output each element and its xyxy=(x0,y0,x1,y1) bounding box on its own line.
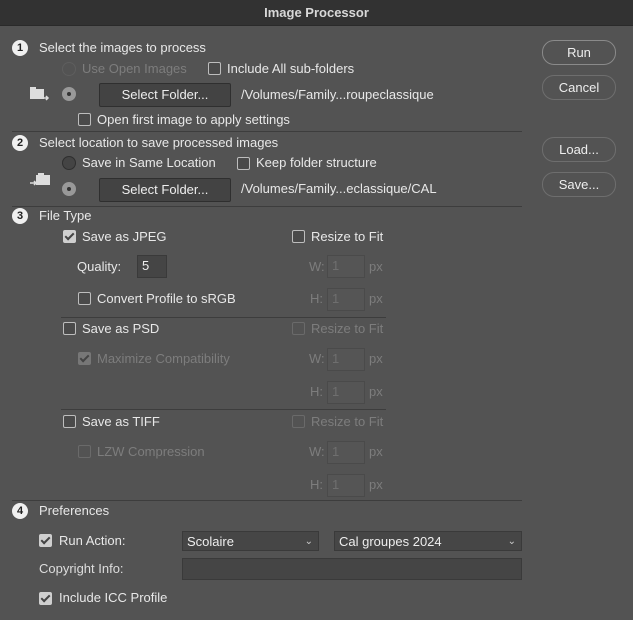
lzw-compression-label: LZW Compression xyxy=(97,444,205,459)
save-psd-label: Save as PSD xyxy=(82,321,160,336)
jpeg-height-input[interactable]: 1 xyxy=(327,288,365,311)
window-title: Image Processor xyxy=(0,0,633,26)
step-1-badge: 1 xyxy=(12,40,28,56)
psd-width-input[interactable]: 1 xyxy=(327,348,365,371)
jpeg-width-label: W: xyxy=(309,259,325,274)
psd-resize-checkbox[interactable] xyxy=(292,322,305,335)
keep-folder-structure-label: Keep folder structure xyxy=(256,155,377,170)
psd-resize-label: Resize to Fit xyxy=(311,321,384,336)
open-first-image-checkbox[interactable] xyxy=(78,113,91,126)
tiff-height-input[interactable]: 1 xyxy=(327,474,365,497)
select-folder-radio[interactable] xyxy=(62,87,76,101)
save-jpeg-checkbox[interactable] xyxy=(63,230,76,243)
save-tiff-checkbox[interactable] xyxy=(63,415,76,428)
copyright-input[interactable] xyxy=(182,558,522,580)
px-label: px xyxy=(369,291,383,306)
run-action-checkbox[interactable] xyxy=(39,534,52,547)
jpeg-width-input[interactable]: 1 xyxy=(327,255,365,278)
chevron-down-icon: ⌄ xyxy=(304,536,313,547)
maximize-compatibility-checkbox[interactable] xyxy=(78,352,91,365)
select-destination-folder-button[interactable]: Select Folder... xyxy=(99,178,231,202)
run-button[interactable]: Run xyxy=(542,40,616,65)
copyright-label: Copyright Info: xyxy=(39,561,124,576)
include-subfolders-checkbox[interactable] xyxy=(208,62,221,75)
step-3-label: File Type xyxy=(39,208,92,223)
step-4-badge: 4 xyxy=(12,503,28,519)
jpeg-resize-label: Resize to Fit xyxy=(311,229,384,244)
psd-width-label: W: xyxy=(309,351,325,366)
action-value: Cal groupes 2024 xyxy=(339,534,442,549)
select-source-folder-button[interactable]: Select Folder... xyxy=(99,83,231,107)
save-psd-checkbox[interactable] xyxy=(63,322,76,335)
include-icc-checkbox[interactable] xyxy=(39,592,52,605)
tiff-resize-checkbox[interactable] xyxy=(292,415,305,428)
save-button[interactable]: Save... xyxy=(542,172,616,197)
run-action-label: Run Action: xyxy=(59,533,126,548)
tiff-height-label: H: xyxy=(310,477,323,492)
divider xyxy=(12,206,522,207)
px-label: px xyxy=(369,444,383,459)
action-set-value: Scolaire xyxy=(187,534,234,549)
include-icc-label: Include ICC Profile xyxy=(59,590,168,605)
step-2-label: Select location to save processed images xyxy=(39,135,279,150)
lzw-compression-checkbox[interactable] xyxy=(78,445,91,458)
px-label: px xyxy=(369,351,383,366)
folder-output-icon xyxy=(30,173,50,186)
action-select[interactable]: Cal groupes 2024 ⌄ xyxy=(334,531,522,551)
keep-folder-structure-checkbox[interactable] xyxy=(237,157,250,170)
tiff-resize-label: Resize to Fit xyxy=(311,414,384,429)
step-4-label: Preferences xyxy=(39,503,110,518)
psd-height-input[interactable]: 1 xyxy=(327,381,365,404)
open-first-image-label: Open first image to apply settings xyxy=(97,112,290,127)
save-same-location-label: Save in Same Location xyxy=(82,155,216,170)
convert-srgb-label: Convert Profile to sRGB xyxy=(97,291,236,306)
quality-label: Quality: xyxy=(77,259,122,274)
use-open-images-radio[interactable] xyxy=(62,62,76,76)
px-label: px xyxy=(369,384,383,399)
folder-input-icon xyxy=(30,87,50,101)
px-label: px xyxy=(369,259,383,274)
step-1-label: Select the images to process xyxy=(39,40,206,55)
save-jpeg-label: Save as JPEG xyxy=(82,229,167,244)
jpeg-resize-checkbox[interactable] xyxy=(292,230,305,243)
quality-input[interactable]: 5 xyxy=(137,255,167,278)
select-destination-radio[interactable] xyxy=(62,182,76,196)
cancel-button[interactable]: Cancel xyxy=(542,75,616,100)
save-tiff-label: Save as TIFF xyxy=(82,414,160,429)
step-3-badge: 3 xyxy=(12,208,28,224)
save-same-location-radio[interactable] xyxy=(62,156,76,170)
tiff-width-input[interactable]: 1 xyxy=(327,441,365,464)
load-button[interactable]: Load... xyxy=(542,137,616,162)
psd-height-label: H: xyxy=(310,384,323,399)
px-label: px xyxy=(369,477,383,492)
convert-srgb-checkbox[interactable] xyxy=(78,292,91,305)
destination-folder-path: /Volumes/Family...eclassique/CAL xyxy=(241,181,437,196)
tiff-width-label: W: xyxy=(309,444,325,459)
action-set-select[interactable]: Scolaire ⌄ xyxy=(182,531,319,551)
divider xyxy=(12,500,522,501)
source-folder-path: /Volumes/Family...roupeclassique xyxy=(241,87,434,102)
chevron-down-icon: ⌄ xyxy=(507,536,516,547)
divider xyxy=(12,131,522,132)
divider xyxy=(61,409,386,410)
include-subfolders-label: Include All sub-folders xyxy=(227,61,355,76)
use-open-images-label: Use Open Images xyxy=(82,61,187,76)
jpeg-height-label: H: xyxy=(310,291,323,306)
divider xyxy=(61,317,386,318)
maximize-compatibility-label: Maximize Compatibility xyxy=(97,351,230,366)
step-2-badge: 2 xyxy=(12,135,28,151)
